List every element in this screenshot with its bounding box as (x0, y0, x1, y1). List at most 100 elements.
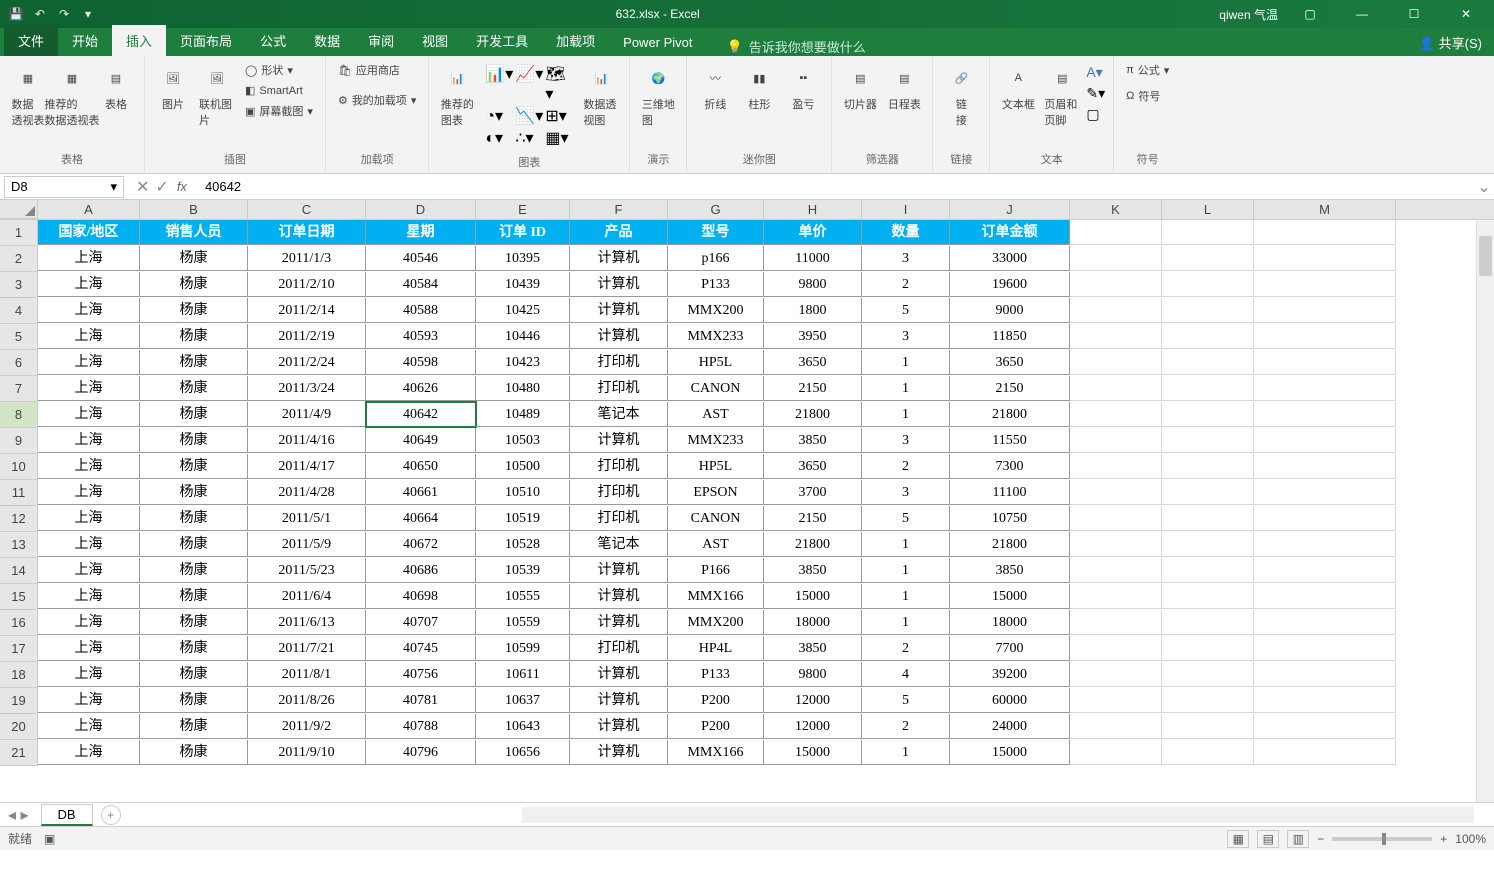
column-sparkline-button[interactable]: ▮▮柱形 (739, 60, 779, 114)
cell[interactable]: 计算机 (570, 246, 668, 271)
row-header[interactable]: 8 (0, 402, 38, 428)
table-button[interactable]: ▤表格 (96, 60, 136, 130)
cell[interactable]: 2011/4/16 (248, 428, 366, 453)
cell[interactable]: 2011/2/10 (248, 272, 366, 297)
cell[interactable] (1070, 402, 1162, 427)
cell[interactable]: 杨康 (140, 714, 248, 739)
cell[interactable]: 杨康 (140, 324, 248, 349)
cell[interactable]: 产品 (570, 220, 668, 245)
cell[interactable]: 上海 (38, 558, 140, 583)
cell[interactable]: 40546 (366, 246, 476, 271)
fx-icon[interactable]: fx (177, 179, 193, 194)
cell[interactable]: CANON (668, 506, 764, 531)
cell[interactable]: 上海 (38, 610, 140, 635)
cell[interactable] (1254, 376, 1396, 401)
cell[interactable]: 3650 (764, 350, 862, 375)
cell[interactable]: 3650 (764, 454, 862, 479)
cell[interactable] (1162, 584, 1254, 609)
cell[interactable]: 1 (862, 584, 950, 609)
cell[interactable] (1162, 480, 1254, 505)
cell[interactable] (1254, 272, 1396, 297)
sheet-tab-db[interactable]: DB (41, 804, 93, 826)
cell[interactable] (1070, 610, 1162, 635)
cell[interactable]: 杨康 (140, 662, 248, 687)
cell[interactable]: 1 (862, 402, 950, 427)
cell[interactable]: 10528 (476, 532, 570, 557)
cell[interactable]: 销售人员 (140, 220, 248, 245)
cell[interactable]: 40796 (366, 740, 476, 765)
cell[interactable] (1162, 376, 1254, 401)
hierarchy-chart-icon[interactable]: ◔▾ (485, 106, 513, 126)
cell[interactable]: 打印机 (570, 350, 668, 375)
3dmap-button[interactable]: 🌍三维地 图 (638, 60, 678, 130)
cell[interactable]: 2011/5/9 (248, 532, 366, 557)
tab-data[interactable]: 数据 (300, 25, 354, 56)
col-header-M[interactable]: M (1254, 200, 1396, 219)
col-header-E[interactable]: E (476, 200, 570, 219)
cell[interactable]: MMX233 (668, 428, 764, 453)
timeline-button[interactable]: ▤日程表 (884, 60, 924, 114)
cell[interactable] (1070, 324, 1162, 349)
cell[interactable]: 15000 (950, 584, 1070, 609)
cell[interactable]: CANON (668, 376, 764, 401)
cell[interactable]: 10656 (476, 740, 570, 765)
col-header-F[interactable]: F (570, 200, 668, 219)
cell[interactable]: 2 (862, 636, 950, 661)
combo-chart-icon[interactable]: ⊞▾ (545, 106, 573, 126)
tab-file[interactable]: 文件 (4, 25, 58, 56)
cell[interactable]: 2011/4/28 (248, 480, 366, 505)
tab-review[interactable]: 审阅 (354, 25, 408, 56)
cell[interactable]: 2011/6/4 (248, 584, 366, 609)
cell[interactable]: 11850 (950, 324, 1070, 349)
cell[interactable]: 杨康 (140, 480, 248, 505)
cell[interactable] (1162, 298, 1254, 323)
cell[interactable] (1254, 428, 1396, 453)
cell[interactable]: 10510 (476, 480, 570, 505)
tab-view[interactable]: 视图 (408, 25, 462, 56)
cell[interactable]: 10559 (476, 610, 570, 635)
page-break-view-button[interactable]: ▥ (1287, 830, 1309, 848)
cell[interactable]: 10637 (476, 688, 570, 713)
cell[interactable]: 计算机 (570, 584, 668, 609)
cell[interactable]: 5 (862, 298, 950, 323)
cell[interactable]: 打印机 (570, 506, 668, 531)
cell[interactable] (1070, 220, 1162, 245)
cell[interactable]: 2011/3/24 (248, 376, 366, 401)
col-header-L[interactable]: L (1162, 200, 1254, 219)
cell[interactable]: HP5L (668, 350, 764, 375)
cell[interactable]: 40598 (366, 350, 476, 375)
equation-button[interactable]: π公式 ▾ (1122, 60, 1173, 80)
page-layout-view-button[interactable]: ▤ (1257, 830, 1279, 848)
cell[interactable]: 1 (862, 610, 950, 635)
pivot-table-button[interactable]: ▦数据 透视表 (8, 60, 48, 130)
tab-powerpivot[interactable]: Power Pivot (609, 29, 706, 56)
cell[interactable]: HP5L (668, 454, 764, 479)
cell[interactable]: 打印机 (570, 636, 668, 661)
recommended-pivot-button[interactable]: ▦推荐的 数据透视表 (52, 60, 92, 130)
cell[interactable]: 2011/9/2 (248, 714, 366, 739)
cell[interactable] (1254, 324, 1396, 349)
cell[interactable] (1254, 220, 1396, 245)
cell[interactable]: HP4L (668, 636, 764, 661)
cell[interactable] (1254, 610, 1396, 635)
cell[interactable]: 3 (862, 480, 950, 505)
cell[interactable]: 3 (862, 324, 950, 349)
cell[interactable]: 40593 (366, 324, 476, 349)
smartart-button[interactable]: ◧SmartArt (241, 82, 317, 99)
surface-chart-icon[interactable]: ▦▾ (545, 128, 573, 148)
macro-record-icon[interactable]: ▣ (44, 832, 55, 846)
cell[interactable]: 2011/6/13 (248, 610, 366, 635)
cell[interactable] (1070, 298, 1162, 323)
cell[interactable]: 3850 (764, 428, 862, 453)
cell[interactable]: 上海 (38, 688, 140, 713)
save-icon[interactable]: 💾 (8, 6, 24, 22)
cell[interactable]: 11100 (950, 480, 1070, 505)
row-header[interactable]: 14 (0, 558, 38, 584)
cell[interactable]: MMX200 (668, 610, 764, 635)
cell[interactable]: 10503 (476, 428, 570, 453)
cell[interactable]: 计算机 (570, 688, 668, 713)
cell[interactable] (1254, 688, 1396, 713)
cell[interactable]: 上海 (38, 584, 140, 609)
picture-button[interactable]: 🖼图片 (153, 60, 193, 130)
cell[interactable]: 1 (862, 350, 950, 375)
